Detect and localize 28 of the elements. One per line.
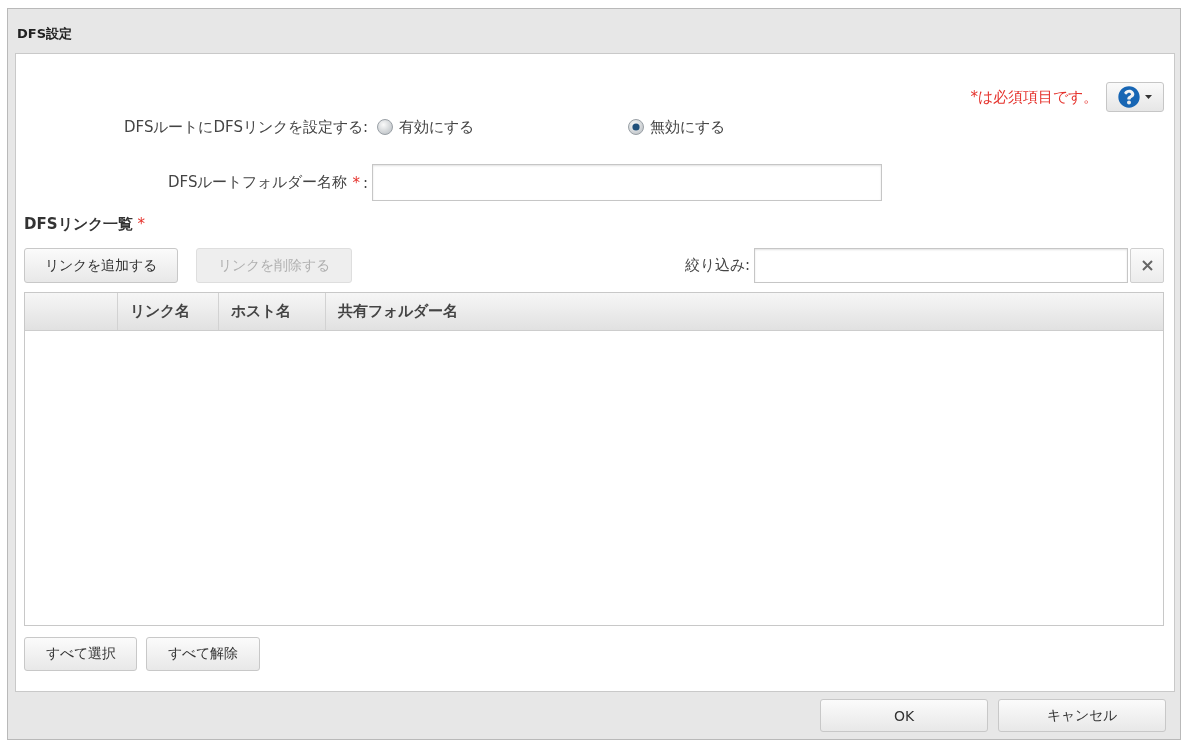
- help-icon: [1118, 86, 1140, 108]
- filter-label: 絞り込み:: [684, 256, 750, 275]
- field-label: DFSルートフォルダー名称: [168, 173, 348, 192]
- filter-field[interactable]: [754, 248, 1128, 283]
- clear-button[interactable]: [1130, 248, 1164, 283]
- column-header[interactable]: リンク名: [118, 293, 219, 330]
- input-field[interactable]: [372, 164, 882, 201]
- field-label: DFSルートにDFSリンクを設定する:: [124, 117, 368, 137]
- radio-label[interactable]: 無効にする: [650, 117, 725, 137]
- label-colon: :: [362, 173, 368, 192]
- ok-button[interactable]: OK: [820, 699, 988, 732]
- close-icon: [1141, 260, 1153, 271]
- deselect-all-button[interactable]: すべて解除: [146, 637, 260, 671]
- caret-icon: [1145, 95, 1152, 99]
- cancel-button[interactable]: キャンセル: [998, 699, 1166, 732]
- required-mark: *: [137, 215, 145, 233]
- column-header[interactable]: ホスト名: [219, 293, 326, 330]
- dialog-title: DFS設定: [17, 25, 73, 43]
- help-button[interactable]: [1106, 82, 1164, 112]
- required-note: *は必須項目です。: [970, 87, 1098, 107]
- radio-label[interactable]: 有効にする: [399, 117, 474, 137]
- column-header[interactable]: 共有フォルダー名: [326, 293, 1163, 330]
- add-link-button[interactable]: リンクを追加する: [24, 248, 178, 283]
- select-all-button[interactable]: すべて選択: [24, 637, 137, 671]
- section-title: DFSリンク一覧: [24, 214, 133, 234]
- radio-button[interactable]: [377, 119, 393, 135]
- required-mark: *: [352, 173, 360, 192]
- radio-button[interactable]: [628, 119, 644, 135]
